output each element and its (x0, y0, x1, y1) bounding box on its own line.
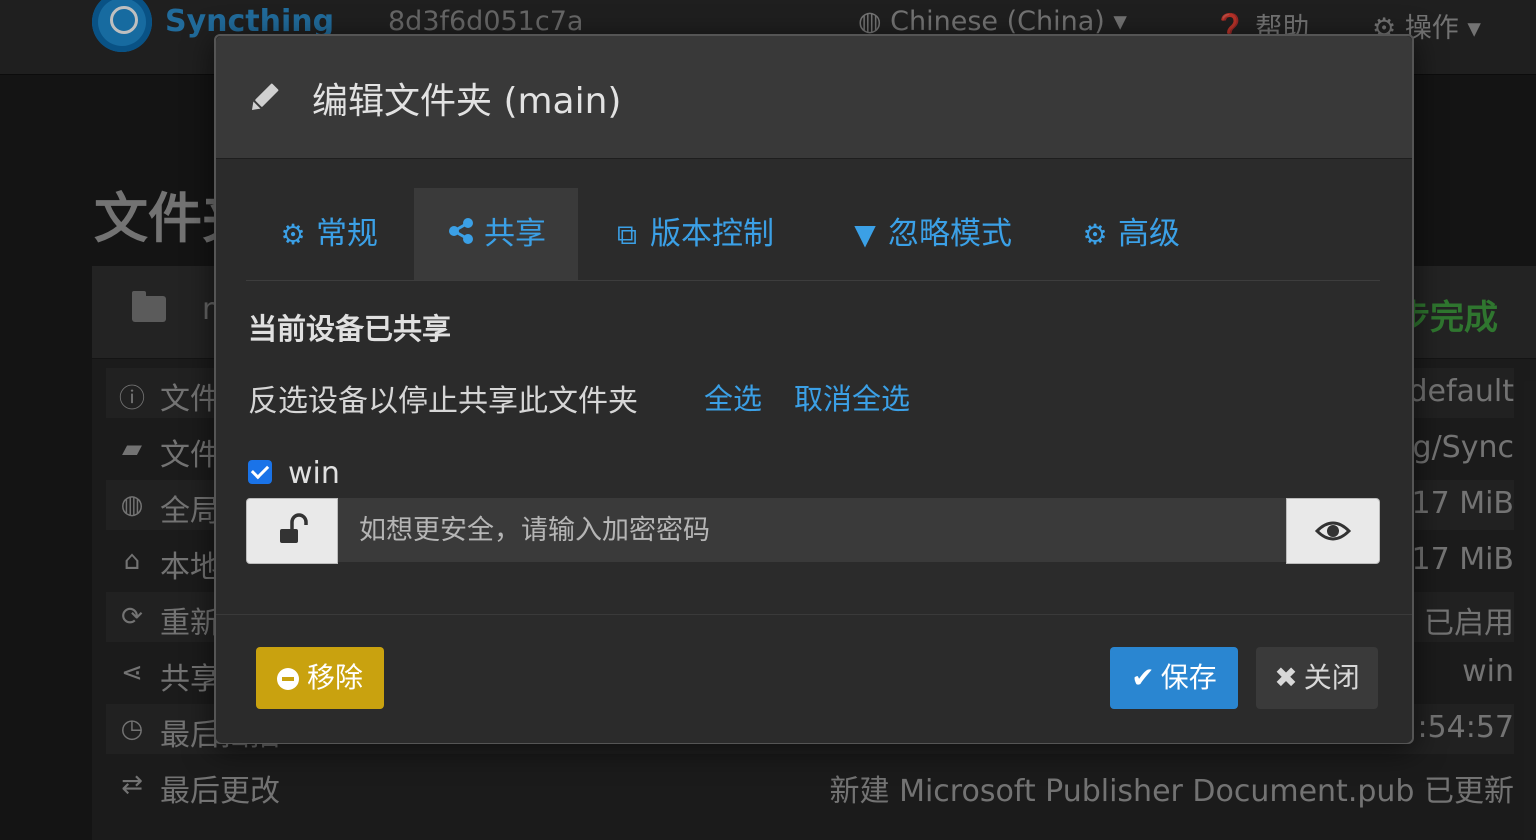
tab-label: 高级 (1118, 216, 1180, 252)
device-win-checkbox[interactable] (248, 460, 272, 484)
tab-sharing[interactable]: 共享 (414, 188, 578, 280)
tab-advanced[interactable]: ⚙ 高级 (1080, 188, 1180, 280)
tab-bar: ⚙ 常规 共享 ⧉ 版本控制 ▼ 忽略模式 ⚙ 高级 (246, 188, 1380, 281)
filter-icon: ▼ (854, 218, 876, 251)
tab-label: 共享 (484, 216, 546, 252)
close-button[interactable]: ✖ 关闭 (1256, 647, 1378, 709)
gears-icon: ⚙ (1082, 218, 1108, 251)
eye-icon (1314, 521, 1352, 541)
encryption-password-input[interactable] (338, 498, 1286, 562)
tab-label: 版本控制 (650, 216, 774, 252)
gear-icon: ⚙ (280, 218, 306, 251)
close-label: 关闭 (1303, 661, 1360, 694)
remove-button[interactable]: 移除 (256, 647, 384, 709)
minus-circle-icon (276, 668, 299, 690)
check-icon: ✔ (1131, 661, 1155, 694)
share-icon-graphic (449, 218, 473, 244)
section-title: 当前设备已共享 (248, 312, 452, 346)
remove-label: 移除 (306, 661, 363, 694)
share-icon (446, 189, 476, 281)
encryption-password-group (246, 498, 1380, 564)
close-icon: ✖ (1274, 661, 1298, 694)
save-button[interactable]: ✔ 保存 (1110, 647, 1238, 709)
unlock-icon-graphic (280, 513, 308, 543)
device-name-label[interactable]: win (288, 456, 340, 491)
save-label: 保存 (1160, 661, 1217, 694)
select-all-link[interactable]: 全选 (704, 376, 762, 418)
tab-versioning[interactable]: ⧉ 版本控制 (612, 188, 774, 280)
copy-icon: ⧉ (617, 218, 637, 251)
pencil-icon (251, 83, 279, 111)
tab-ignore-patterns[interactable]: ▼ 忽略模式 (850, 188, 1012, 280)
tab-general[interactable]: ⚙ 常规 (278, 188, 378, 280)
tab-label: 常规 (316, 216, 378, 252)
tab-label: 忽略模式 (888, 216, 1012, 252)
dialog-footer: 移除 ✔ 保存 ✖ 关闭 (216, 614, 1412, 743)
deselect-all-link[interactable]: 取消全选 (794, 376, 910, 418)
dialog-header: 编辑文件夹 (main) (216, 36, 1412, 159)
show-password-button[interactable] (1286, 498, 1380, 564)
unshare-hint: 反选设备以停止共享此文件夹 (248, 384, 638, 419)
edit-folder-dialog: 编辑文件夹 (main) ⚙ 常规 共享 ⧉ 版本控制 ▼ 忽略模式 ⚙ 高级 当前设备… (214, 34, 1414, 744)
dialog-title: 编辑文件夹 (main) (312, 81, 622, 122)
unlock-icon (246, 498, 338, 564)
